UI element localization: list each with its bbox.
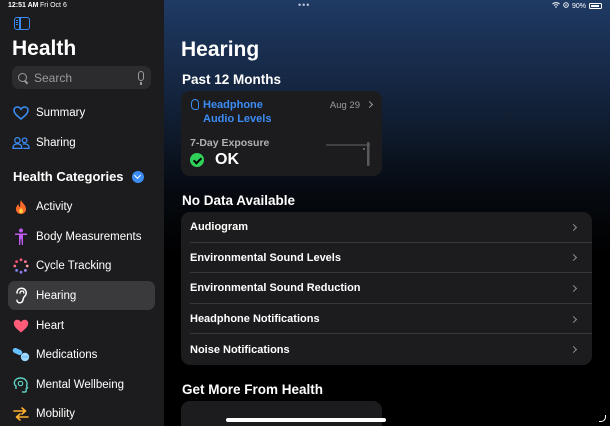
- sidebar-item-body-measurements[interactable]: Body Measurements: [8, 222, 155, 251]
- chevron-right-icon: [569, 346, 578, 354]
- arrows-icon: [12, 405, 30, 423]
- wifi-icon: [552, 2, 560, 10]
- checkmark-icon: [190, 153, 204, 167]
- main-content: Hearing Past 12 Months Headphone Audio L…: [164, 0, 610, 426]
- sidebar-item-label: Cycle Tracking: [36, 259, 112, 272]
- list-item-label: Environmental Sound Reduction: [190, 282, 361, 295]
- sidebar-item-heart[interactable]: Heart: [8, 311, 155, 340]
- search-input[interactable]: [34, 70, 130, 85]
- location-icon: [563, 2, 569, 10]
- sidebar-item-mental-wellbeing[interactable]: Mental Wellbeing: [8, 370, 155, 399]
- sidebar-item-label: Mobility: [36, 407, 75, 420]
- chevron-right-icon: [569, 284, 578, 293]
- list-item-audiogram[interactable]: Audiogram: [181, 212, 592, 243]
- sidebar-item-label: Mental Wellbeing: [36, 378, 125, 391]
- section-no-data: No Data Available: [182, 193, 296, 208]
- heart-outline-icon: [12, 104, 30, 122]
- sidebar-item-sharing[interactable]: Sharing: [8, 128, 155, 157]
- chevron-right-icon: [569, 254, 578, 262]
- sparkline-point: [363, 148, 365, 150]
- card-date: Aug 29: [329, 100, 360, 111]
- no-data-list: Audiogram Environmental Sound Levels Env…: [181, 212, 592, 365]
- sidebar-item-label: Body Measurements: [36, 230, 142, 243]
- sidebar-item-label: Medications: [36, 348, 98, 361]
- status-right: 90%: [552, 2, 602, 10]
- sidebar-toggle-icon[interactable]: [14, 17, 30, 30]
- card-title: Headphone Audio Levels: [203, 99, 272, 125]
- flame-icon: [12, 198, 30, 216]
- sidebar-item-mobility[interactable]: Mobility: [8, 399, 155, 426]
- home-indicator[interactable]: [226, 418, 386, 422]
- list-item-environmental-sound-reduction[interactable]: Environmental Sound Reduction: [181, 273, 592, 304]
- get-more-card[interactable]: [181, 401, 382, 426]
- list-item-label: Headphone Notifications: [190, 313, 320, 326]
- sidebar: Health Summary Sharing Health Categories…: [0, 0, 164, 426]
- list-item-label: Environmental Sound Levels: [190, 251, 341, 264]
- microphone-icon[interactable]: [138, 71, 144, 85]
- sidebar-item-activity[interactable]: Activity: [8, 192, 155, 221]
- people-icon: [12, 134, 30, 152]
- sidebar-item-label: Sharing: [36, 136, 76, 149]
- chevron-right-icon: [569, 315, 578, 323]
- sidebar-item-hearing[interactable]: Hearing: [8, 281, 155, 310]
- section-get-more: Get More From Health: [182, 382, 324, 397]
- health-categories-header[interactable]: Health Categories: [13, 169, 144, 184]
- status-date: Fri Oct 6: [40, 2, 67, 9]
- sidebar-item-label: Summary: [36, 106, 86, 119]
- status-time: 12:51 AM: [8, 2, 39, 9]
- section-title-text: Health Categories: [13, 169, 124, 184]
- sidebar-item-label: Hearing: [36, 289, 77, 302]
- heart-icon: [12, 317, 30, 335]
- sparkline-bar: [367, 142, 370, 166]
- chevron-right-icon: [365, 100, 374, 109]
- sidebar-item-summary[interactable]: Summary: [8, 98, 155, 127]
- list-item-label: Audiogram: [190, 221, 249, 234]
- list-item-noise-notifications[interactable]: Noise Notifications: [181, 334, 592, 365]
- app-title: Health: [12, 37, 77, 60]
- resize-handle-icon[interactable]: [599, 415, 606, 422]
- pills-icon: [12, 346, 30, 364]
- headphone-audio-card[interactable]: Headphone Audio Levels Aug 29 7-Day Expo…: [181, 91, 382, 176]
- sparkline-chart: [326, 142, 370, 166]
- sidebar-item-cycle-tracking[interactable]: Cycle Tracking: [8, 251, 155, 280]
- ear-icon: [191, 99, 199, 110]
- list-item-environmental-sound-levels[interactable]: Environmental Sound Levels: [181, 243, 592, 274]
- exposure-status: OK: [215, 151, 239, 168]
- battery-icon: [589, 3, 602, 9]
- search-bar[interactable]: [12, 66, 151, 89]
- cycle-dots-icon: [12, 257, 30, 275]
- status-bar: 12:51 AM Fri Oct 6 ••• 90%: [0, 0, 610, 12]
- exposure-label: 7-Day Exposure: [190, 137, 270, 149]
- list-item-headphone-notifications[interactable]: Headphone Notifications: [181, 304, 592, 335]
- body-figure-icon: [12, 228, 30, 246]
- chevron-right-icon: [569, 223, 578, 231]
- multitask-dots-icon[interactable]: •••: [298, 0, 310, 10]
- section-past-12-months: Past 12 Months: [182, 72, 282, 87]
- sidebar-item-label: Heart: [36, 319, 65, 332]
- page-title: Hearing: [181, 38, 260, 61]
- search-icon: [18, 72, 28, 83]
- head-icon: [12, 376, 30, 394]
- ear-icon: [12, 287, 30, 305]
- chevron-down-icon[interactable]: [131, 170, 144, 183]
- sidebar-item-label: Activity: [36, 200, 73, 213]
- sidebar-item-medications[interactable]: Medications: [8, 340, 155, 369]
- list-item-label: Noise Notifications: [190, 343, 290, 356]
- battery-percent: 90%: [571, 2, 586, 10]
